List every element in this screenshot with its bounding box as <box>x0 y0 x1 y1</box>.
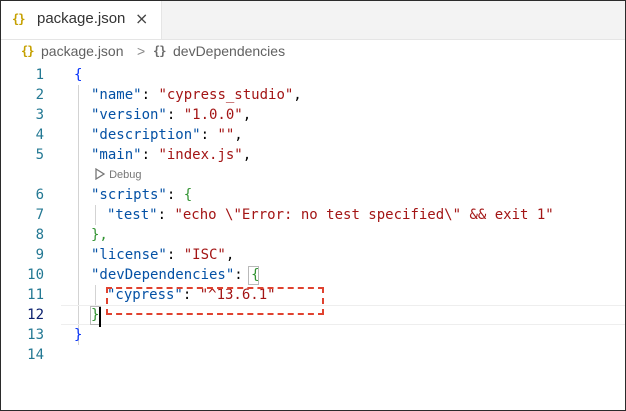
line-number: 12 <box>27 307 44 323</box>
json-key: "description" <box>91 127 201 143</box>
json-string: "echo \"Error: no test specified\" && ex… <box>174 207 554 223</box>
line-number: 11 <box>27 287 44 303</box>
json-file-icon: {} <box>12 12 25 26</box>
code-line: 8 }, <box>1 225 625 245</box>
colon: : <box>141 87 159 103</box>
line-number: 2 <box>35 87 44 103</box>
object-symbol-icon: {} <box>153 44 166 58</box>
tab-label: package.json <box>37 10 126 27</box>
json-file-icon: {} <box>21 44 34 58</box>
editor-window: {} package.json × {} package.json > {} d… <box>0 0 626 411</box>
line-number: 4 <box>35 127 44 143</box>
code-line: 7 "test": "echo \"Error: no test specifi… <box>1 205 625 225</box>
text-cursor <box>99 307 101 327</box>
code-line: 10 "devDependencies": { <box>1 265 625 285</box>
comma: , <box>234 127 243 143</box>
debug-codelens[interactable]: Debug <box>94 167 141 183</box>
json-key: "name" <box>91 87 142 103</box>
bracket-match-highlight <box>248 266 259 285</box>
code-line: 6 "scripts": { <box>1 185 625 205</box>
line-number: 14 <box>27 347 44 363</box>
json-key: "test" <box>107 207 158 223</box>
code-line: 3 "version": "1.0.0", <box>1 105 625 125</box>
line-number: 9 <box>35 247 44 263</box>
line-number: 5 <box>35 147 44 163</box>
code-line: 4 "description": "", <box>1 125 625 145</box>
code-line: 1 { <box>1 65 625 85</box>
code-line: 5 "main": "index.js", <box>1 145 625 165</box>
json-string: "index.js" <box>158 147 243 163</box>
line-number: 7 <box>35 207 44 223</box>
close-icon[interactable]: × <box>135 9 148 28</box>
code-line: 13 } <box>1 325 625 345</box>
colon: : <box>166 187 184 203</box>
colon: : <box>157 207 175 223</box>
code-line: 2 "name": "cypress_studio", <box>1 85 625 105</box>
line-number: 13 <box>27 327 44 343</box>
code-line: 9 "license": "ISC", <box>1 245 625 265</box>
comma: , <box>293 87 302 103</box>
json-string: "1.0.0" <box>183 107 243 123</box>
json-key: "license" <box>91 247 167 263</box>
comma: , <box>225 247 235 263</box>
line-number: 3 <box>35 107 44 123</box>
breadcrumb-item-file[interactable]: package.json <box>41 43 124 59</box>
debug-label: Debug <box>109 169 142 181</box>
play-icon <box>95 167 106 181</box>
line-number: 10 <box>27 267 44 283</box>
chevron-right-icon: > <box>137 43 146 59</box>
breadcrumb: {} package.json > {} devDependencies <box>1 40 625 66</box>
breadcrumb-item-devdependencies[interactable]: devDependencies <box>173 43 285 59</box>
colon: : <box>141 147 159 163</box>
code-editor[interactable]: 1 { 2 "name": "cypress_studio", 3 "versi… <box>1 65 625 365</box>
close-brace: } <box>74 327 83 343</box>
open-brace: { <box>183 187 193 203</box>
line-number: 6 <box>35 187 44 203</box>
code-line: 14 <box>1 345 625 365</box>
annotation-highlight-box <box>106 287 324 315</box>
colon: : <box>166 247 184 263</box>
tab-bar: {} package.json × <box>1 1 625 40</box>
line-number: 8 <box>35 227 44 243</box>
colon: : <box>166 107 184 123</box>
json-string: "" <box>217 127 235 143</box>
open-brace: { <box>74 67 83 83</box>
json-key: "scripts" <box>91 187 167 203</box>
json-key: "devDependencies" <box>91 267 235 283</box>
json-key: "main" <box>91 147 142 163</box>
line-number: 1 <box>35 67 44 83</box>
json-string: "cypress_studio" <box>158 87 294 103</box>
colon: : <box>200 127 218 143</box>
json-key: "version" <box>91 107 167 123</box>
comma: , <box>242 147 252 163</box>
comma: , <box>242 107 252 123</box>
close-brace: }, <box>91 227 108 243</box>
tab-package-json[interactable]: {} package.json × <box>1 1 162 39</box>
json-string: "ISC" <box>183 247 226 263</box>
